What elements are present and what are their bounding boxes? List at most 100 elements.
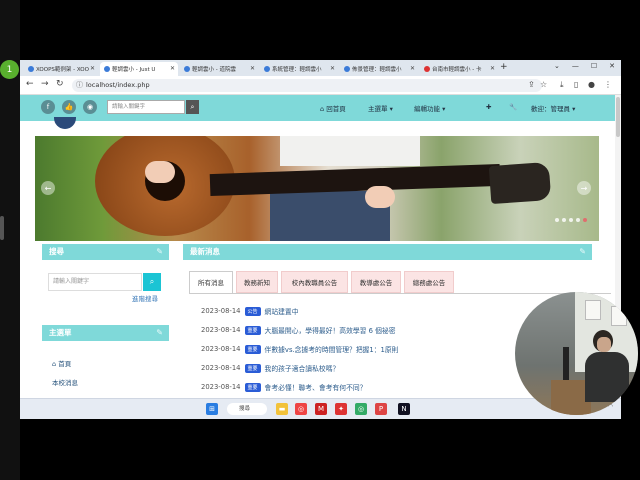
info-icon[interactable]: ⓘ: [76, 79, 83, 92]
banner-shirt: [280, 136, 420, 166]
reload-icon[interactable]: ↻: [56, 79, 64, 89]
like-icon[interactable]: 👍: [62, 100, 76, 114]
news-item[interactable]: 2023-08-14 重要 我的孩子適合讀私校嗎？: [201, 362, 339, 374]
news-title[interactable]: 我的孩子適合讀私校嗎？: [265, 363, 340, 373]
news-title[interactable]: 會考必懂！聯考、會考有何不同？: [265, 382, 367, 392]
advanced-search-link[interactable]: 進階搜尋: [132, 293, 158, 303]
menu-item-home[interactable]: ⌂ 首頁: [52, 358, 71, 368]
chrome-icon[interactable]: ◎: [295, 403, 307, 415]
news-badge: 重要: [244, 382, 261, 392]
menu-item-label: 首頁: [58, 360, 72, 368]
sidebar-search-input[interactable]: 請輸入關鍵字: [48, 273, 142, 291]
close-icon[interactable]: ✕: [330, 65, 335, 72]
close-icon[interactable]: ✕: [170, 65, 175, 72]
next-slide-icon[interactable]: →: [577, 181, 591, 195]
forward-icon[interactable]: →: [41, 79, 49, 89]
webcam-overlay: [515, 292, 638, 415]
tab-label: 佈景管理：輕調雲小: [352, 67, 402, 73]
profile-icon[interactable]: ●: [588, 80, 595, 89]
news-title[interactable]: 伴數據vs.念據考的時間管理？把握1：1原則: [265, 344, 399, 354]
carousel-dot[interactable]: [555, 218, 559, 222]
start-icon[interactable]: ⊞: [206, 403, 218, 415]
close-icon[interactable]: ✕: [250, 65, 255, 72]
edit-menu-dropdown[interactable]: 編輯功能 ▾: [414, 103, 445, 113]
webcam-poster: [585, 300, 601, 320]
hero-banner: ← →: [35, 136, 599, 241]
maximize-icon[interactable]: ☐: [591, 62, 597, 70]
nav-search-input[interactable]: 請輸入關鍵字: [107, 100, 185, 114]
carousel-dot[interactable]: [562, 218, 566, 222]
file-explorer-icon[interactable]: ▬: [276, 403, 288, 415]
carousel-dot[interactable]: [569, 218, 573, 222]
rail-badge[interactable]: 1: [0, 60, 19, 79]
menu-icon[interactable]: ⋮: [604, 80, 612, 89]
bookmark-icon[interactable]: ☆: [540, 80, 547, 89]
news-item[interactable]: 2023-08-14 重要 大腦最開心，學得最好！高效學習 6 個祕密: [201, 324, 396, 336]
back-icon[interactable]: ←: [26, 79, 34, 89]
app-icon[interactable]: ✦: [335, 403, 347, 415]
gear-icon[interactable]: ✎: [156, 244, 163, 260]
facebook-icon[interactable]: f: [41, 100, 55, 114]
rail-handle[interactable]: [0, 216, 4, 240]
favicon-icon: [344, 66, 350, 72]
address-bar: ← → ↻ ⓘ localhost/index.php ⇪ ☆ ⤓ ▯ ● ⋮: [20, 76, 621, 95]
chrome-alt-icon[interactable]: ◎: [355, 403, 367, 415]
carousel-dots: [555, 218, 587, 222]
browser-tab[interactable]: 台南市輕調雲小 - 卡 ✕: [420, 62, 498, 76]
sidebar-icon[interactable]: ▯: [574, 80, 578, 89]
news-item[interactable]: 2023-08-14 重要 伴數據vs.念據考的時間管理？把握1：1原則: [201, 343, 398, 355]
tab-label: 輕調雲小 - Just U: [112, 67, 156, 73]
news-item[interactable]: 2023-08-14 公告 網站建置中: [201, 305, 299, 317]
browser-tab[interactable]: XOOPS範例架 - XOO ✕: [24, 62, 98, 76]
close-window-icon[interactable]: ✕: [609, 62, 615, 70]
tab-academic[interactable]: 教務新知: [236, 271, 278, 293]
download-icon[interactable]: ⤓: [560, 80, 564, 90]
main-menu-dropdown[interactable]: 主選單 ▾: [368, 103, 393, 113]
wrench-icon[interactable]: 🔧: [509, 103, 517, 111]
news-item[interactable]: 2023-08-14 重要 會考必懂！聯考、會考有何不同？: [201, 381, 366, 393]
browser-tab-active[interactable]: 輕調雲小 - Just U ✕: [100, 62, 178, 76]
home-link[interactable]: ⌂ 回首頁: [320, 103, 346, 113]
sidebar-search-button[interactable]: ⌕: [143, 273, 161, 291]
taskbar-search[interactable]: 搜尋: [227, 403, 267, 415]
tab-staff[interactable]: 校內教職員公告: [281, 271, 348, 293]
plus-icon[interactable]: ✚: [486, 103, 491, 111]
user-menu-dropdown[interactable]: 歡迎：管理員 ▾: [531, 103, 575, 113]
url-text: localhost/index.php: [86, 81, 150, 89]
gear-icon[interactable]: ✎: [579, 244, 586, 260]
news-date: 2023-08-14: [201, 307, 241, 315]
favicon-icon: [184, 66, 190, 72]
menu-item-news[interactable]: 本校消息: [52, 377, 78, 387]
url-input[interactable]: ⓘ localhost/index.php: [72, 79, 542, 92]
notion-icon[interactable]: N: [398, 403, 410, 415]
news-title[interactable]: 大腦最開心，學得最好！高效學習 6 個祕密: [265, 325, 396, 335]
share-icon[interactable]: ⇪: [528, 80, 535, 89]
dropdown-icon[interactable]: ⌄: [554, 62, 560, 70]
tab-guidance[interactable]: 教導處公告: [351, 271, 401, 293]
gear-icon[interactable]: ✎: [156, 325, 163, 341]
minimize-icon[interactable]: —: [572, 62, 579, 70]
mc-app-icon[interactable]: M: [315, 403, 327, 415]
close-icon[interactable]: ✕: [490, 65, 495, 72]
taskbar-search-label: 搜尋: [239, 406, 251, 412]
close-icon[interactable]: ✕: [90, 65, 95, 72]
favicon-icon: [104, 66, 110, 72]
browser-tab[interactable]: 系統管理：輕調雲小 ✕: [260, 62, 338, 76]
powerpoint-icon[interactable]: P: [375, 403, 387, 415]
search-panel-title: 搜尋: [49, 247, 64, 256]
carousel-dot[interactable]: [576, 218, 580, 222]
browser-tab[interactable]: 輕調雲小 - 道院雲 ✕: [180, 62, 258, 76]
browser-tab[interactable]: 佈景管理：輕調雲小 ✕: [340, 62, 418, 76]
new-tab-button[interactable]: +: [500, 62, 508, 72]
prev-slide-icon[interactable]: ←: [41, 181, 55, 195]
tab-general-affairs[interactable]: 總務處公告: [404, 271, 454, 293]
news-date: 2023-08-14: [201, 383, 241, 391]
scrollbar-thumb[interactable]: [616, 97, 620, 137]
news-title[interactable]: 網站建置中: [265, 306, 299, 316]
close-icon[interactable]: ✕: [410, 65, 415, 72]
rss-icon[interactable]: ◉: [83, 100, 97, 114]
carousel-dot-active[interactable]: [583, 218, 587, 222]
banner-headstock: [488, 161, 552, 205]
nav-search-button[interactable]: ⌕: [186, 100, 199, 114]
tab-all-news[interactable]: 所有消息: [189, 271, 233, 293]
